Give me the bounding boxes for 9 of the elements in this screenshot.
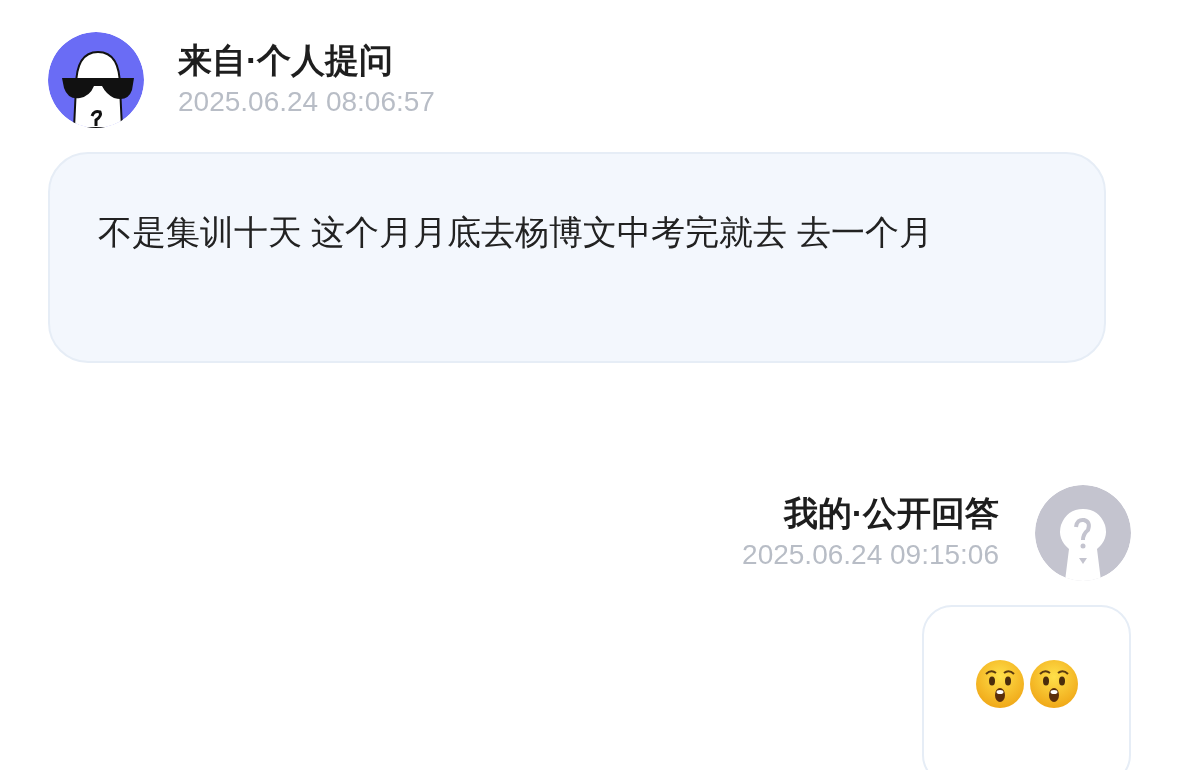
astonished-face-icon bbox=[974, 659, 1025, 709]
timestamp: 2025.06.24 08:06:57 bbox=[178, 85, 435, 119]
question-text: 不是集训十天 这个月月底去杨博文中考完就去 去一个月 bbox=[98, 212, 934, 253]
astonished-face-icon bbox=[1028, 659, 1079, 709]
author-name: 我的·公开回答 bbox=[783, 493, 999, 534]
avatar-icon bbox=[1035, 485, 1131, 581]
timestamp: 2025.06.24 09:15:06 bbox=[742, 538, 999, 572]
avatar-icon bbox=[48, 32, 144, 128]
author-name: 来自·个人提问 bbox=[178, 40, 395, 81]
